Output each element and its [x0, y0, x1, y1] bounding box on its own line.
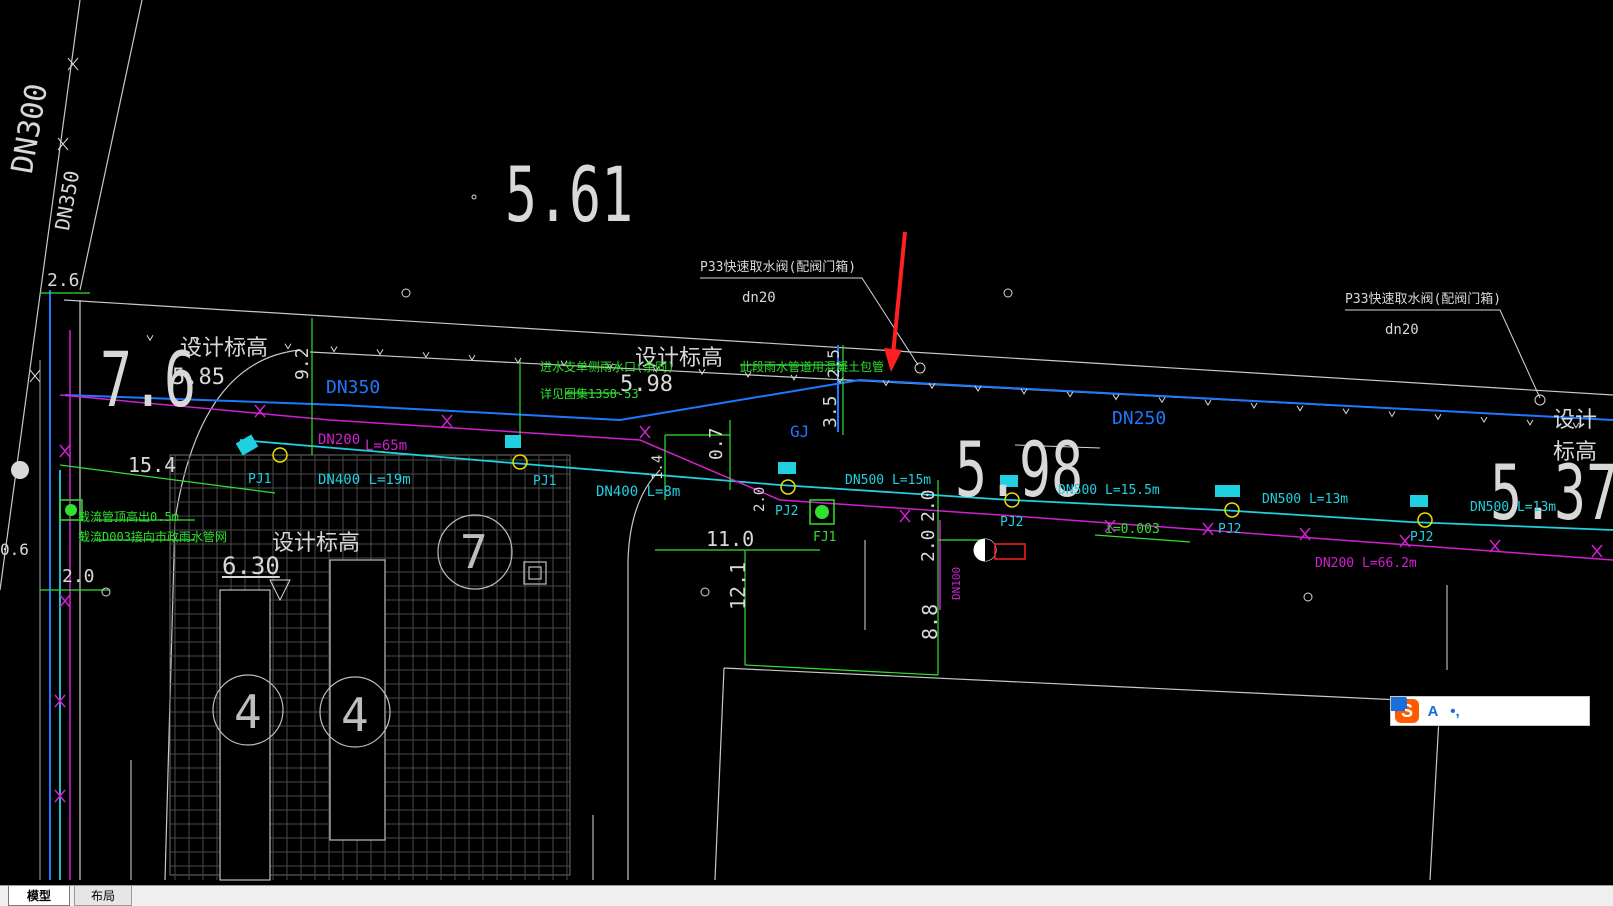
valve-note: P33快速取水阀(配阀门箱)	[700, 260, 857, 275]
pipe-label: DN400 L=19m	[318, 472, 411, 488]
pipe-label: DN100	[950, 566, 963, 600]
slope-label: i=0.003	[1105, 522, 1160, 537]
keyboard-icon[interactable]	[1391, 697, 1507, 721]
design-elevation-label: 设计标高	[1553, 408, 1598, 465]
pipe-label: DN200 L=66.2m	[1315, 556, 1417, 571]
drawing-text-layer: 5.61 5.98 5.37 7.6 5.85 5.98 6.30 设计标高 设…	[0, 0, 1613, 885]
grid-icon[interactable]	[1391, 697, 1551, 721]
pipe-marker: GJ	[790, 422, 810, 441]
dimension-text: 2.0	[918, 529, 939, 562]
design-elevation-label: 设计标高	[272, 531, 361, 556]
manhole-label: PJ2	[775, 504, 799, 519]
cad-drawing-canvas[interactable]: 5.61 5.98 5.37 7.6 5.85 5.98 6.30 设计标高 设…	[0, 0, 1613, 885]
lot-number: 4	[234, 685, 262, 739]
mic-icon[interactable]	[1391, 697, 1485, 721]
dimension-text: 9.2	[292, 347, 313, 380]
manhole-label: PJ2	[1000, 515, 1024, 530]
tab-model[interactable]: 模型	[8, 886, 70, 906]
pipe-label: DN350	[50, 168, 85, 233]
pipe-label: DN300	[5, 81, 56, 177]
dimension-text: 3.5	[820, 395, 841, 428]
manhole-label: PJ1	[533, 474, 557, 489]
pipe-label: DN200	[318, 432, 361, 448]
note-green: 详见图集13S8-53	[540, 387, 639, 401]
manhole-label: PJ2	[1218, 522, 1242, 537]
note-green: 进水支单侧雨水口(余同)	[540, 360, 675, 374]
dimension-text: 0.7	[706, 427, 727, 460]
pipe-label: DN500 L=15.5m	[1058, 483, 1160, 498]
ime-language-toggle[interactable]: A	[1425, 701, 1441, 721]
dimension-text: 8.8	[918, 603, 942, 640]
dimension-text: 1.4	[650, 454, 666, 480]
note-green: 截流管顶高出0.5m	[78, 510, 179, 524]
dimension-text: 2.0	[752, 486, 768, 512]
valve-note: P33快速取水阀(配阀门箱)	[1345, 292, 1502, 307]
pipe-size: dn20	[1385, 322, 1419, 338]
elevation-large: 5.61	[505, 150, 634, 239]
dimension-text: 2.6	[47, 270, 80, 291]
dimension-text: 15.4	[128, 453, 177, 477]
manhole-label: PJ1	[248, 472, 272, 487]
elevation-large: 5.98	[955, 425, 1084, 514]
pipe-label: L=65m	[365, 438, 408, 454]
manhole-label: FJ1	[813, 530, 837, 545]
pipe-label: DN400 L=8m	[596, 484, 681, 500]
note-green: 截流D003接向市政雨水管网	[78, 530, 227, 544]
dimension-text: 12.1	[726, 561, 750, 610]
dimension-text: 2.0	[918, 489, 939, 522]
dimension-text: 0.6	[0, 540, 29, 559]
pipe-label: DN250	[1112, 408, 1167, 429]
dimension-text: 2.0	[62, 566, 95, 587]
dimension-text: 2.5	[824, 349, 843, 378]
layout-tab-bar: 模型 布局	[0, 885, 1613, 906]
pipe-size: dn20	[742, 290, 776, 306]
elevation-label: 5.85	[172, 365, 225, 390]
pipe-label: DN500 L=15m	[845, 473, 932, 488]
pipe-label: DN350	[326, 377, 381, 398]
ime-toolbar[interactable]: S A •,	[1390, 696, 1590, 726]
manhole-label: PJ2	[1410, 530, 1434, 545]
ime-punctuation-toggle[interactable]: •,	[1447, 701, 1463, 721]
design-elevation-label: 设计标高	[180, 336, 269, 361]
lot-number: 7	[460, 525, 488, 579]
tab-layout[interactable]: 布局	[74, 886, 132, 906]
dimension-text: 11.0	[706, 527, 755, 551]
shirt-icon[interactable]	[1391, 697, 1529, 721]
note-green: 此段雨水管道用混凝土包管	[740, 360, 885, 374]
gear-icon[interactable]	[1391, 697, 1573, 721]
pipe-label: DN500 L=13m	[1470, 500, 1557, 515]
lot-number: 4	[341, 688, 369, 742]
pipe-label: DN500 L=13m	[1262, 492, 1349, 507]
